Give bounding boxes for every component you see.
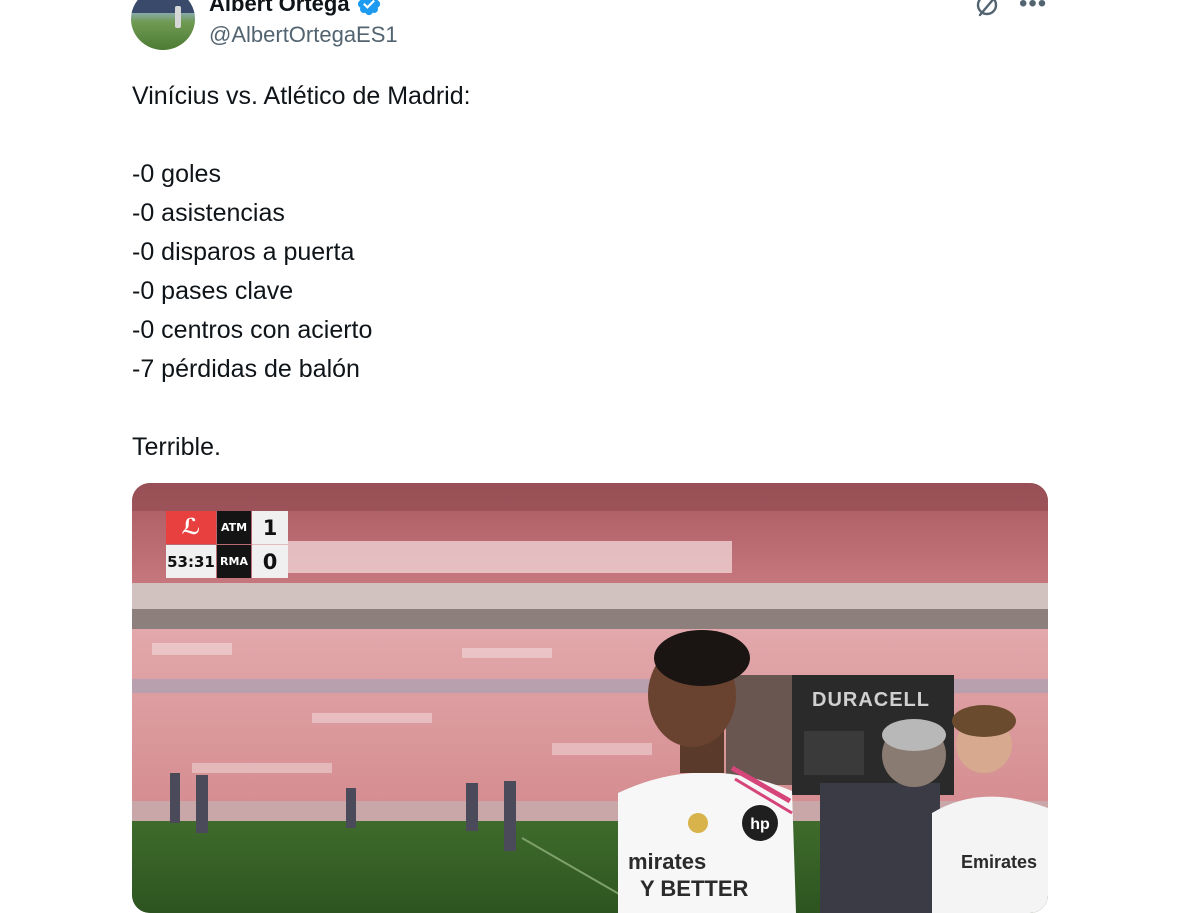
match-scoreboard: ℒ 53:31 ATM RMA 1 0: [166, 511, 288, 578]
match-clock: 53:31: [166, 545, 216, 578]
tweet-text: Vinícius vs. Atlético de Madrid: -0 gole…: [132, 82, 471, 461]
avatar-figure: [175, 6, 181, 28]
right-shirt-sponsor-text: Emirates: [961, 852, 1038, 872]
grok-icon[interactable]: [972, 0, 1002, 20]
away-team: RMA: [217, 545, 251, 578]
shirt-sponsor-line2: Y BETTER: [640, 876, 749, 901]
author-name[interactable]: Albert Ortega: [209, 0, 350, 17]
author-handle[interactable]: @AlbertOrtegaES1: [209, 21, 398, 49]
home-score: 1: [252, 511, 288, 544]
shirt-sponsor-text: mirates: [628, 849, 707, 874]
away-score: 0: [252, 545, 288, 578]
author-avatar[interactable]: [131, 0, 195, 50]
verified-badge-icon: [357, 0, 380, 16]
author-name-row[interactable]: Albert Ortega: [209, 0, 382, 17]
more-icon[interactable]: •••: [1019, 0, 1047, 16]
laliga-logo-icon: ℒ: [166, 511, 216, 544]
sponsor-board-text: DURACELL: [812, 689, 930, 711]
home-team: ATM: [217, 511, 251, 544]
svg-text:hp: hp: [750, 816, 770, 833]
